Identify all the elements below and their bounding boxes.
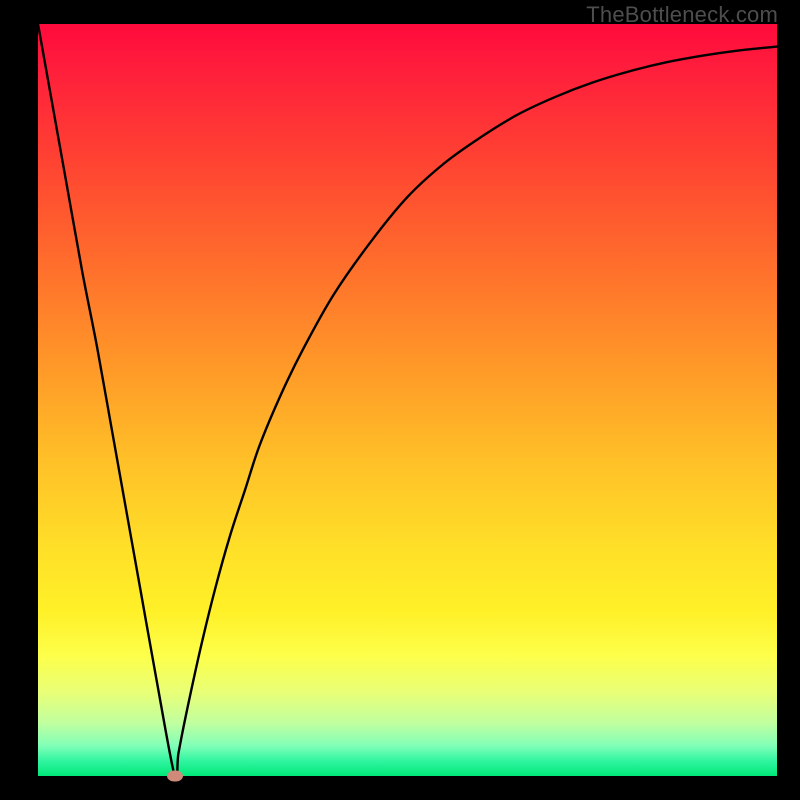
bottleneck-curve [38,24,777,776]
plot-area [38,24,777,776]
curve-svg [38,24,777,776]
optimal-point-marker [167,771,183,782]
